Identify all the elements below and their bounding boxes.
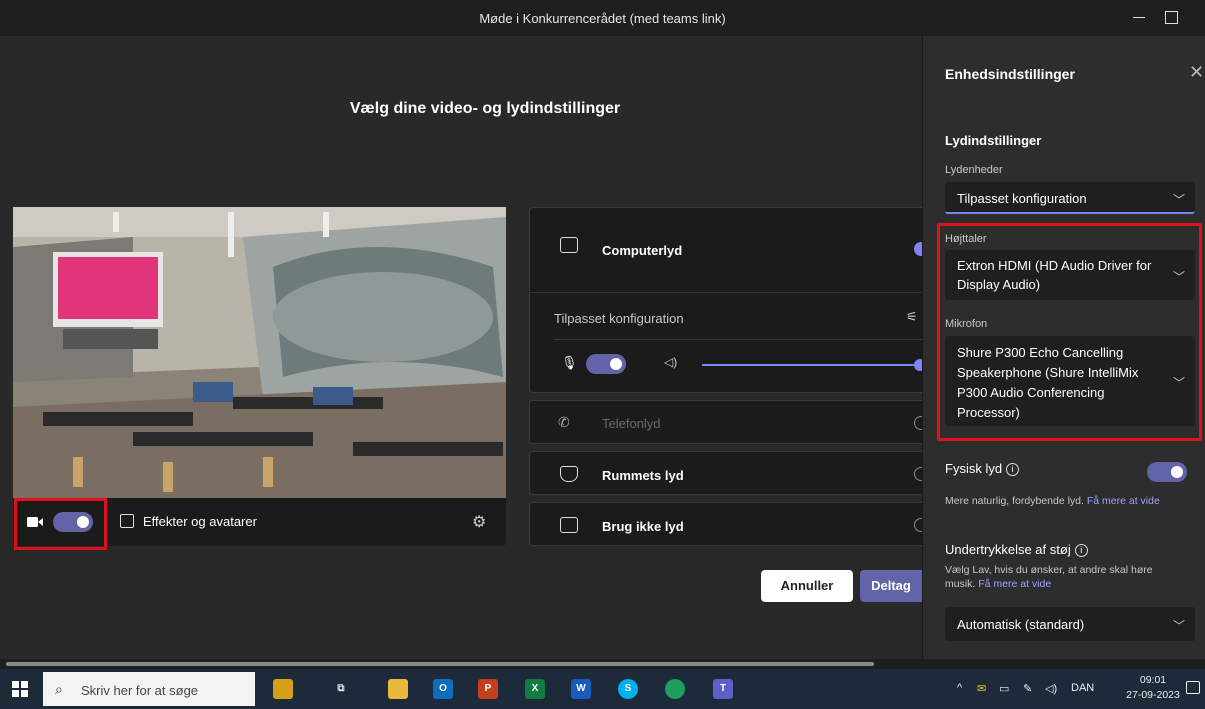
audio-devices-dropdown[interactable]: Tilpasset konfiguration ﹀ <box>945 182 1195 214</box>
task-view-icon[interactable]: ⧉ <box>331 679 351 699</box>
language-indicator[interactable]: DAN <box>1071 682 1094 694</box>
noise-note-line2: musik. <box>945 578 976 590</box>
noise-suppression-label: Undertrykkelse af støj i <box>945 542 1088 557</box>
spatial-audio-text: Fysisk lyd <box>945 461 1003 476</box>
horizontal-scrollbar[interactable] <box>6 662 874 666</box>
taskbar-clock[interactable]: 09:01 27-09-2023 <box>1125 673 1181 703</box>
noise-value: Automatisk (standard) <box>957 617 1085 632</box>
clock-date: 27-09-2023 <box>1126 689 1180 701</box>
effects-button[interactable]: Effekter og avatarer <box>143 514 257 529</box>
no-audio-icon <box>560 517 578 533</box>
speaker-icon: ◁) <box>664 355 678 369</box>
room-audio-label: Rummets lyd <box>602 468 684 483</box>
custom-config-label: Tilpasset konfiguration <box>554 311 684 326</box>
video-preview <box>13 207 506 498</box>
spatial-note-text: Mere naturlig, fordybende lyd. <box>945 495 1084 507</box>
file-explorer-icon[interactable] <box>388 679 408 699</box>
panel-title: Enhedsindstillinger <box>945 66 1075 82</box>
teams-window: Møde i Konkurrencerådet (med teams link)… <box>0 0 1205 709</box>
edge-icon[interactable] <box>665 679 685 699</box>
room-audio-icon <box>560 466 578 482</box>
settings-sliders-icon[interactable]: ⚟ <box>906 309 918 325</box>
window-title: Møde i Konkurrencerådet (med teams link) <box>479 11 726 26</box>
noise-suppression-dropdown[interactable]: Automatisk (standard) ﹀ <box>945 607 1195 641</box>
briefcase-icon[interactable] <box>273 679 293 699</box>
microphone-icon: 🎙 <box>561 355 578 370</box>
room-camera-image <box>13 207 506 498</box>
microphone-toggle[interactable] <box>586 354 626 374</box>
volume-icon[interactable]: ◁) <box>1045 682 1057 695</box>
gear-icon[interactable]: ⚙ <box>472 512 486 532</box>
cancel-button[interactable]: Annuller <box>761 570 853 602</box>
phone-audio-label: Telefonlyd <box>602 416 661 431</box>
effects-icon <box>120 514 134 528</box>
join-button[interactable]: Deltag <box>860 570 922 602</box>
learn-more-link[interactable]: Få mere at vide <box>978 578 1051 590</box>
chevron-down-icon: ﹀ <box>1172 619 1185 633</box>
spatial-audio-note: Mere naturlig, fordybende lyd. Få mere a… <box>945 494 1195 508</box>
no-audio-label: Brug ikke lyd <box>602 519 684 534</box>
pen-icon[interactable]: ✎ <box>1023 682 1032 695</box>
notification-icon[interactable] <box>1186 681 1200 694</box>
search-placeholder: Skriv her for at søge <box>81 683 199 698</box>
network-icon[interactable]: ▭ <box>999 682 1009 695</box>
powerpoint-icon[interactable]: P <box>478 679 498 699</box>
audio-devices-label: Lydenheder <box>945 164 1003 176</box>
info-icon[interactable]: i <box>1074 544 1088 557</box>
clock-time: 09:01 <box>1139 674 1167 686</box>
phone-icon: ✆ <box>558 414 570 430</box>
taskbar-search[interactable]: ⌕ Skriv her for at søge <box>43 672 255 706</box>
audio-settings-heading: Lydindstillinger <box>945 133 1042 148</box>
minimize-button[interactable] <box>1128 6 1150 28</box>
noise-note-line1: Vælg Lav, hvis du ønsker, at andre skal … <box>945 564 1153 576</box>
teams-icon[interactable]: T <box>713 679 733 699</box>
spatial-audio-toggle[interactable] <box>1147 462 1187 482</box>
skype-icon[interactable]: S <box>618 679 638 699</box>
computer-audio-label: Computerlyd <box>602 243 683 258</box>
spatial-audio-label: Fysisk lyd i <box>945 461 1020 476</box>
page-title: Vælg dine video- og lydindstillinger <box>349 100 621 117</box>
computer-audio-icon <box>560 237 578 253</box>
maximize-button[interactable] <box>1160 6 1182 28</box>
noise-label-text: Undertrykkelse af støj <box>945 542 1071 557</box>
highlight-speaker-mic <box>937 223 1202 441</box>
search-icon: ⌕ <box>55 681 63 697</box>
learn-more-link[interactable]: Få mere at vide <box>1087 495 1160 507</box>
windows-start-icon[interactable] <box>12 681 28 697</box>
device-settings-panel: Enhedsindstillinger ✕ Lydindstillinger L… <box>922 36 1205 659</box>
audio-devices-value: Tilpasset konfiguration <box>957 191 1087 206</box>
no-audio-option[interactable]: Brug ikke lyd <box>529 502 928 546</box>
title-bar: Møde i Konkurrencerådet (med teams link) <box>0 0 1205 36</box>
info-icon[interactable]: i <box>1006 463 1020 476</box>
room-audio-option[interactable]: Rummets lyd <box>529 451 928 495</box>
highlight-camera-toggle <box>14 498 107 550</box>
chevron-up-icon[interactable]: ^ <box>957 682 962 694</box>
word-icon[interactable]: W <box>571 679 591 699</box>
chevron-down-icon: ﹀ <box>1172 193 1185 207</box>
mail-icon[interactable]: ✉ <box>977 682 986 695</box>
noise-note: Vælg Lav, hvis du ønsker, at andre skal … <box>945 563 1195 591</box>
phone-audio-option[interactable]: ✆ Telefonlyd <box>529 400 928 444</box>
outlook-icon[interactable]: O <box>433 679 453 699</box>
computer-audio-card[interactable]: Computerlyd Tilpasset konfiguration ⚟ 🎙 … <box>529 207 928 393</box>
speaker-volume-slider[interactable] <box>702 364 920 366</box>
close-icon[interactable]: ✕ <box>1189 62 1204 83</box>
windows-taskbar: ⌕ Skriv her for at søge ⧉ O P X W S T ^ … <box>0 669 1205 709</box>
excel-icon[interactable]: X <box>525 679 545 699</box>
